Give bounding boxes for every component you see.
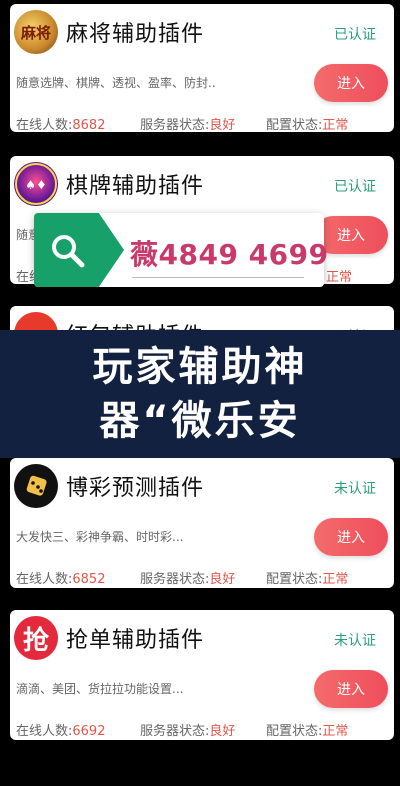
online-value: 6852 — [72, 572, 106, 587]
title-band-line-2: 器“微乐安 — [99, 398, 301, 444]
card-title: 麻将辅助插件 — [66, 22, 205, 47]
card-description: 随意选牌、棋牌、透视、盈率、防封.. — [16, 76, 216, 90]
status-badge: 未认证 — [334, 633, 376, 649]
online-value: 8682 — [72, 118, 106, 132]
title-band: 玩家辅助神 器“微乐安 — [0, 330, 400, 458]
title-band-line-1: 玩家辅助神 — [92, 344, 308, 390]
card-header: 麻将 麻将辅助插件 — [14, 10, 204, 54]
status-badge: 未认证 — [334, 481, 376, 497]
online-value: 6692 — [72, 724, 106, 739]
server-label: 服务器状态: — [140, 118, 210, 132]
server-value: 良好 — [209, 724, 236, 739]
search-underline — [132, 277, 304, 278]
config-value: 正常 — [326, 270, 353, 284]
dice-logo-icon — [14, 464, 58, 508]
config-label: 配置状态: — [266, 572, 323, 587]
mahjong-logo-icon: 麻将 — [14, 10, 58, 54]
config-label: 配置状态: — [266, 118, 323, 132]
enter-button[interactable]: 进入 — [314, 670, 388, 708]
card-header: ♠♦ 棋牌辅助插件 — [14, 162, 204, 206]
enter-button[interactable]: 进入 — [314, 64, 388, 102]
card-title: 博彩预测插件 — [66, 476, 205, 501]
svg-text:♠♦: ♠♦ — [25, 178, 47, 192]
online-label: 在线人数: — [16, 572, 73, 587]
card-description: 大发快三、彩神争霸、时时彩... — [16, 530, 184, 544]
card-title: 棋牌辅助插件 — [66, 174, 205, 199]
status-badge: 已认证 — [334, 179, 376, 195]
search-banner[interactable]: 薇4849 4699 — [34, 213, 328, 287]
grab-logo-icon: 抢 — [14, 616, 58, 660]
online-label: 在线人数: — [16, 118, 73, 132]
config-value: 正常 — [322, 572, 349, 587]
card-header: 博彩预测插件 — [14, 464, 204, 508]
config-label: 配置状态: — [266, 724, 323, 739]
server-value: 良好 — [209, 118, 236, 132]
chess-logo-icon: ♠♦ — [14, 162, 58, 206]
search-text: 薇4849 4699 — [130, 238, 329, 271]
config-value: 正常 — [322, 724, 349, 739]
enter-button[interactable]: 进入 — [314, 518, 388, 556]
search-icon — [50, 233, 86, 273]
config-value: 正常 — [322, 118, 349, 132]
plugin-card-order-grab: 抢 抢单辅助插件 未认证 滴滴、美团、货拉拉功能设置... 进入 在线人数:66… — [10, 610, 394, 740]
online-label: 在线人数: — [16, 724, 73, 739]
plugin-card-mahjong: 麻将 麻将辅助插件 已认证 随意选牌、棋牌、透视、盈率、防封.. 进入 在线人数… — [10, 4, 394, 132]
plugin-card-lottery: 博彩预测插件 未认证 大发快三、彩神争霸、时时彩... 进入 在线人数:6852… — [10, 458, 394, 588]
server-value: 良好 — [209, 572, 236, 587]
status-badge: 已认证 — [334, 27, 376, 43]
server-label: 服务器状态: — [140, 724, 210, 739]
server-label: 服务器状态: — [140, 572, 210, 587]
card-description: 滴滴、美团、货拉拉功能设置... — [16, 682, 184, 696]
card-header: 抢 抢单辅助插件 — [14, 616, 204, 660]
card-title: 抢单辅助插件 — [66, 628, 205, 653]
